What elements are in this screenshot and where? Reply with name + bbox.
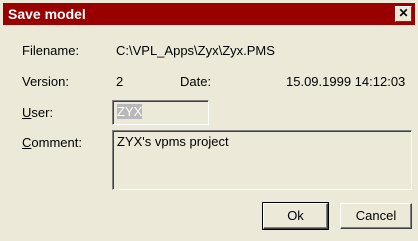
save-model-dialog: Save model ✕ Filename: C:\VPL_Apps\Zyx\Z…: [0, 0, 418, 241]
comment-value: ZYX's vpms project: [117, 134, 229, 149]
close-button[interactable]: ✕: [395, 6, 412, 22]
ok-button[interactable]: Ok: [262, 202, 329, 230]
filename-value: C:\VPL_Apps\Zyx\Zyx.PMS: [116, 43, 275, 58]
comment-label: Comment:: [22, 135, 82, 150]
version-value: 2: [116, 74, 124, 89]
user-label: User:: [22, 105, 54, 120]
filename-label: Filename:: [22, 43, 80, 58]
title-bar[interactable]: Save model ✕: [3, 3, 415, 25]
close-icon: ✕: [398, 6, 409, 20]
date-value: 15.09.1999 14:12:03: [286, 74, 406, 89]
date-label: Date:: [180, 74, 212, 89]
dialog-title: Save model: [8, 6, 86, 22]
user-value: ZYX: [117, 104, 143, 119]
version-label: Version:: [22, 74, 69, 89]
comment-field[interactable]: ZYX's vpms project: [112, 130, 412, 190]
cancel-button[interactable]: Cancel: [340, 203, 412, 229]
user-field[interactable]: ZYX: [112, 100, 209, 125]
